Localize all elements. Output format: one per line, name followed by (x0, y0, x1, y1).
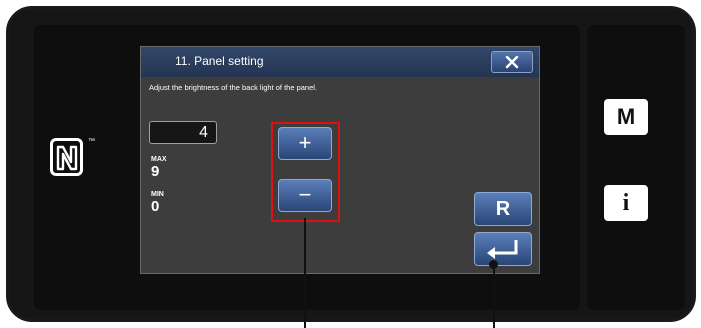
dialog-body: Adjust the brightness of the back light … (141, 77, 539, 273)
step-buttons-highlight (271, 122, 340, 222)
reset-button[interactable]: R (474, 192, 532, 226)
callout-dot-enter (489, 260, 498, 269)
side-panel (587, 25, 685, 310)
nfc-trademark: ™ (88, 138, 95, 145)
info-button[interactable]: i (604, 185, 648, 221)
dialog-titlebar: 11. Panel setting (141, 47, 539, 77)
min-label: MIN (151, 191, 164, 198)
max-value: 9 (151, 163, 160, 180)
brightness-value-field[interactable]: 4 (149, 121, 217, 144)
nfc-icon (50, 138, 83, 176)
enter-icon (487, 240, 518, 259)
close-button[interactable] (491, 51, 533, 73)
dialog-title: 11. Panel setting (175, 54, 264, 68)
mode-button[interactable]: M (604, 99, 648, 135)
callout-line-step (304, 218, 306, 328)
min-value: 0 (151, 198, 160, 215)
panel-setting-dialog: 11. Panel setting Adjust the brightness … (140, 46, 540, 274)
max-label: MAX (151, 156, 167, 163)
enter-button[interactable] (474, 232, 532, 266)
dialog-description: Adjust the brightness of the back light … (149, 83, 318, 92)
close-icon (505, 55, 519, 69)
callout-line-enter (493, 265, 495, 328)
